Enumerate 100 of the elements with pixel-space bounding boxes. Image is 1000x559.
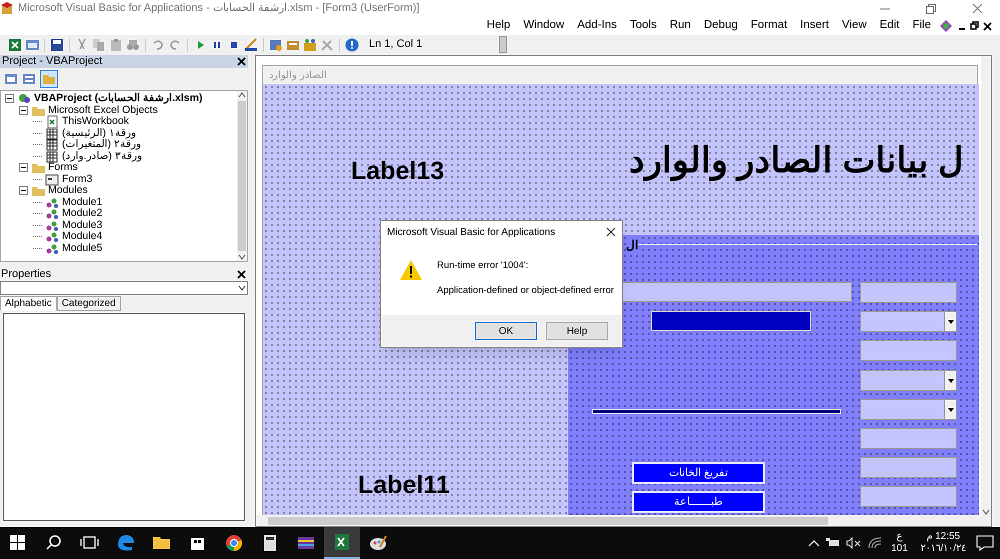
vba-icon bbox=[938, 19, 954, 33]
panel-title: Project - VBAProject bbox=[2, 55, 102, 68]
tree-item[interactable]: ورقة٣ (صادر.وارد) bbox=[62, 150, 142, 162]
menu-item[interactable]: Debug bbox=[704, 17, 738, 35]
close-button[interactable] bbox=[235, 268, 248, 280]
menu-item[interactable]: Insert bbox=[800, 17, 829, 35]
text-field[interactable] bbox=[860, 282, 957, 303]
menu-item[interactable]: File bbox=[912, 17, 931, 35]
form-heading: ل بيانات الصادر والوارد bbox=[628, 140, 963, 182]
text-field[interactable] bbox=[860, 457, 957, 478]
dialog-button[interactable]: Help bbox=[546, 322, 608, 340]
help-icon[interactable] bbox=[345, 38, 359, 52]
tree-item[interactable]: ThisWorkbook bbox=[62, 116, 129, 128]
toolbar-handle[interactable] bbox=[499, 36, 507, 53]
clock-date: ٢٠١٦/١٠/٢٤ bbox=[920, 543, 966, 555]
dialog-title: Microsoft Visual Basic for Applications bbox=[387, 226, 556, 240]
keyboard-layout: 101 bbox=[891, 543, 908, 555]
folder-icon bbox=[31, 184, 45, 198]
folder-icon bbox=[31, 161, 45, 174]
scroll-up-icon[interactable] bbox=[238, 91, 246, 99]
wifi-icon[interactable] bbox=[868, 537, 882, 549]
view-code-icon[interactable] bbox=[4, 73, 18, 85]
close-icon[interactable] bbox=[983, 21, 992, 31]
menu-item[interactable]: View bbox=[842, 17, 867, 35]
excel-icon[interactable] bbox=[8, 38, 22, 52]
menu-item[interactable]: Add-Ins bbox=[577, 17, 617, 35]
sheet-icon bbox=[45, 138, 59, 152]
tree-item[interactable]: Module4 bbox=[62, 231, 102, 242]
menu-item[interactable]: Edit bbox=[880, 17, 900, 35]
tree-item[interactable]: Microsoft Excel Objects bbox=[48, 104, 158, 116]
dropdown-field[interactable] bbox=[860, 311, 957, 332]
close-icon[interactable] bbox=[606, 227, 616, 237]
form-button[interactable]: تفريغ الخانات bbox=[632, 462, 765, 484]
tree-item[interactable]: Module3 bbox=[62, 220, 102, 231]
project-icon bbox=[17, 92, 31, 106]
dropdown-field[interactable] bbox=[860, 370, 957, 391]
text-field[interactable] bbox=[860, 486, 957, 507]
tree-item[interactable]: ورقة٢ (المتغيرات) bbox=[62, 139, 141, 150]
tree-item[interactable]: Form3 bbox=[62, 174, 92, 185]
tree-item[interactable]: Module1 bbox=[62, 196, 102, 208]
warning-icon bbox=[399, 259, 423, 281]
close-icon bbox=[237, 57, 246, 66]
battery-icon[interactable] bbox=[826, 538, 840, 548]
clock-time: 12:55 م bbox=[926, 531, 960, 543]
form-icon[interactable] bbox=[25, 38, 39, 52]
text-field[interactable] bbox=[860, 340, 957, 361]
menu-item[interactable]: Window bbox=[523, 17, 564, 35]
chevron-up-icon[interactable] bbox=[808, 538, 820, 548]
dropdown-icon bbox=[946, 318, 954, 324]
cursor-position: Ln 1, Col 1 bbox=[368, 37, 424, 52]
menu-item[interactable]: Tools bbox=[630, 17, 657, 35]
form-button[interactable]: طبـــــــاعة bbox=[632, 491, 765, 513]
scrollbar-thumb[interactable] bbox=[238, 101, 246, 251]
save-icon[interactable] bbox=[50, 38, 64, 52]
collapse-icon[interactable] bbox=[19, 163, 28, 172]
panel-title: Properties bbox=[1, 266, 52, 282]
close-icon bbox=[237, 270, 246, 278]
properties-tab[interactable]: Alphabetic bbox=[0, 296, 57, 311]
text-field[interactable] bbox=[860, 428, 957, 449]
tree-item[interactable]: Module2 bbox=[62, 208, 102, 220]
muted-speaker-icon[interactable] bbox=[846, 537, 862, 549]
menu-item[interactable]: Format bbox=[750, 17, 788, 35]
module-icon bbox=[45, 207, 59, 220]
clock[interactable]: 12:55 م ٢٠١٦/١٠/٢٤ bbox=[916, 531, 970, 555]
scroll-down-icon[interactable] bbox=[982, 508, 990, 516]
toolbox-icon[interactable] bbox=[303, 38, 317, 52]
properties-tab[interactable]: Categorized bbox=[56, 296, 121, 311]
dialog-button[interactable]: OK bbox=[475, 322, 537, 340]
collapse-icon[interactable] bbox=[19, 186, 28, 196]
design-icon[interactable] bbox=[244, 38, 258, 52]
tree-item[interactable]: Forms bbox=[48, 162, 78, 174]
toggle-folders-button[interactable] bbox=[40, 70, 58, 88]
restore-icon[interactable] bbox=[970, 21, 979, 31]
window-title: Microsoft Visual Basic for Applications - ارشفة الحسابات.xlsm - [Form3 (UserForm)] bbox=[18, 1, 420, 16]
menu-item[interactable]: Run bbox=[670, 17, 691, 35]
notification-icon[interactable] bbox=[976, 535, 994, 551]
tree-item[interactable]: VBAProject (ارشفة الحسابات.xlsm) bbox=[34, 93, 202, 104]
workbook-icon bbox=[45, 115, 59, 128]
project-icon[interactable] bbox=[269, 38, 283, 52]
menu-item[interactable]: Help bbox=[486, 17, 510, 35]
close-button[interactable] bbox=[235, 55, 248, 68]
scrollbar-thumb[interactable] bbox=[268, 516, 828, 524]
dropdown-icon bbox=[946, 406, 954, 412]
dropdown-icon bbox=[237, 284, 247, 292]
error-detail: Application-defined or object-defined error bbox=[437, 284, 614, 298]
scroll-down-icon[interactable] bbox=[238, 253, 246, 261]
form-icon bbox=[45, 172, 59, 186]
folder-icon bbox=[42, 73, 56, 85]
module-icon bbox=[45, 230, 59, 244]
sheet-icon bbox=[45, 150, 59, 163]
tree-item[interactable]: ورقة١ (الرئيسية) bbox=[62, 128, 136, 139]
collapse-icon[interactable] bbox=[5, 94, 14, 104]
collapse-icon[interactable] bbox=[19, 106, 28, 115]
view-object-icon[interactable] bbox=[22, 73, 36, 85]
tree-item[interactable]: Module5 bbox=[62, 242, 102, 254]
language-code: ع bbox=[896, 531, 902, 543]
frame-caption: ال bbox=[626, 236, 638, 254]
dropdown-field[interactable] bbox=[860, 399, 957, 420]
tree-item[interactable]: Modules bbox=[48, 185, 88, 196]
dropdown-icon bbox=[946, 378, 954, 384]
